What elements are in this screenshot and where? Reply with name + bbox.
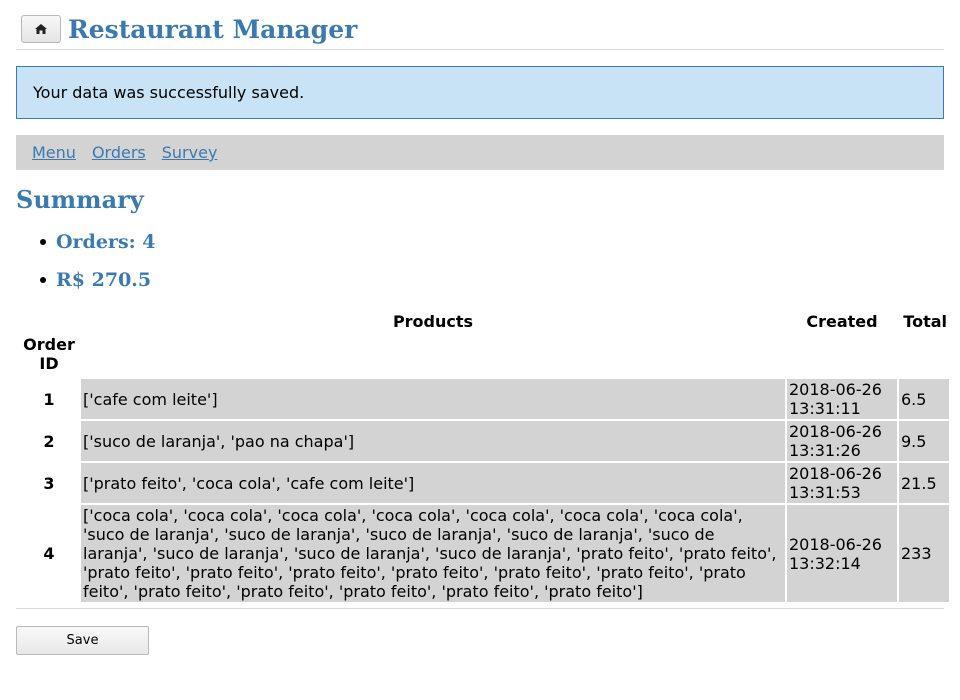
app-title: Restaurant Manager	[68, 15, 358, 44]
total-cell: 233	[899, 505, 949, 602]
home-button[interactable]	[21, 15, 61, 43]
created-cell: 2018-06-26 13:31:26	[787, 421, 897, 461]
created-cell: 2018-06-26 13:31:11	[787, 379, 897, 419]
total-cell: 9.5	[899, 421, 949, 461]
order-id-cell: 4	[43, 544, 55, 563]
divider	[16, 608, 944, 609]
success-alert: Your data was successfully saved.	[16, 66, 944, 119]
header-created: Created	[806, 312, 878, 331]
header-total: Total	[903, 312, 947, 331]
nav-link-menu[interactable]: Menu	[32, 143, 76, 162]
summary-orders-count: Orders: 4	[36, 228, 156, 266]
orders-table: Order ID Products Created Total 1 ['cafe…	[17, 310, 951, 604]
page: Restaurant Manager Your data was success…	[0, 0, 960, 700]
nav-bar: Menu Orders Survey	[16, 135, 944, 170]
table-row: 1 ['cafe com leite'] 2018-06-26 13:31:11…	[19, 379, 949, 419]
header: Restaurant Manager	[16, 14, 944, 50]
header-products: Products	[392, 312, 474, 331]
bullet-icon	[40, 277, 46, 283]
header-order-id: Order ID	[23, 335, 75, 373]
total-cell: 21.5	[899, 463, 949, 503]
created-cell: 2018-06-26 13:31:53	[787, 463, 897, 503]
table-row: 2 ['suco de laranja', 'pao na chapa'] 20…	[19, 421, 949, 461]
products-cell: ['suco de laranja', 'pao na chapa']	[81, 421, 785, 461]
products-cell: ['prato feito', 'coca cola', 'cafe com l…	[81, 463, 785, 503]
order-id-cell: 2	[43, 431, 55, 451]
home-icon	[35, 24, 47, 34]
order-id-cell: 1	[43, 389, 55, 409]
created-cell: 2018-06-26 13:32:14	[787, 505, 897, 602]
table-header-row: Order ID Products Created Total	[19, 312, 949, 377]
revenue-text: R$ 270.5	[56, 269, 152, 291]
total-cell: 6.5	[899, 379, 949, 419]
products-cell: ['coca cola', 'coca cola', 'coca cola', …	[81, 505, 785, 602]
table-row: 3 ['prato feito', 'coca cola', 'cafe com…	[19, 463, 949, 503]
alert-message: Your data was successfully saved.	[33, 83, 305, 102]
products-cell: ['cafe com leite']	[81, 379, 785, 419]
summary-list: Orders: 4 R$ 270.5	[36, 228, 156, 304]
bullet-icon	[40, 239, 46, 245]
save-button[interactable]: Save	[16, 626, 149, 655]
orders-count-text: Orders: 4	[56, 231, 156, 253]
nav-link-orders[interactable]: Orders	[92, 143, 146, 162]
summary-title: Summary	[16, 185, 144, 214]
nav-link-survey[interactable]: Survey	[162, 143, 218, 162]
order-id-cell: 3	[43, 473, 55, 493]
table-row: 4 ['coca cola', 'coca cola', 'coca cola'…	[19, 505, 949, 602]
summary-revenue: R$ 270.5	[36, 266, 156, 304]
